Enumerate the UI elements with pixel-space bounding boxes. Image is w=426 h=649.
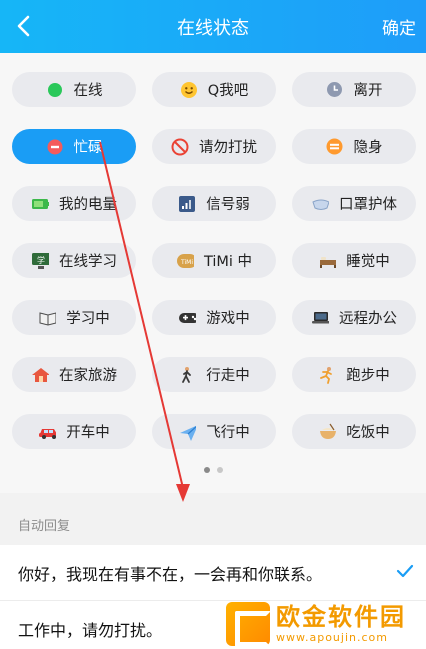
status-panel: 在线 Q我吧 离开忙碌 请勿打扰 隐身我的电量 信号弱 口罩护体学 在线学习 TiMi TiMi … — [0, 53, 426, 493]
watermark-text: 欧金软件园 — [276, 603, 406, 631]
computer-learning-icon: 学 — [31, 252, 49, 270]
status-label: 在线 — [73, 83, 103, 99]
status-label: 飞行中 — [206, 425, 250, 441]
status-option[interactable]: 学 在线学习 — [12, 243, 136, 278]
status-option[interactable]: 在线 — [12, 72, 136, 107]
status-option[interactable]: 开车中 — [12, 414, 136, 449]
auto-reply-text: 你好，我现在有事不在，一会再和你联系。 — [18, 564, 323, 584]
green-dot-icon — [46, 81, 64, 99]
page-indicator — [0, 467, 426, 473]
status-option[interactable]: 学习中 — [12, 300, 136, 335]
auto-reply-text: 工作中，请勿打扰。 — [18, 620, 163, 640]
status-label: 吃饭中 — [346, 425, 390, 441]
status-option[interactable]: 跑步中 — [292, 357, 416, 392]
status-label: 游戏中 — [206, 311, 250, 327]
top-bar: 在线状态 确定 — [0, 0, 426, 53]
status-label: 行走中 — [206, 368, 250, 384]
bowl-icon — [318, 423, 337, 441]
walking-icon — [178, 366, 196, 384]
mask-icon — [311, 195, 329, 213]
status-label: 在线学习 — [59, 254, 117, 270]
svg-text:TiMi: TiMi — [180, 259, 193, 266]
status-label: 睡觉中 — [346, 254, 390, 270]
status-option[interactable]: 飞行中 — [152, 414, 276, 449]
svg-text:学: 学 — [37, 255, 45, 265]
status-label: 远程办公 — [339, 311, 397, 327]
status-label: 口罩护体 — [339, 197, 397, 213]
status-option[interactable]: 睡觉中 — [292, 243, 416, 278]
status-option[interactable]: 请勿打扰 — [152, 129, 276, 164]
battery-icon — [31, 195, 49, 213]
status-option[interactable]: 在家旅游 — [12, 357, 136, 392]
invisible-icon — [326, 138, 344, 156]
page-title: 在线状态 — [177, 18, 249, 39]
clock-icon — [326, 81, 344, 99]
book-icon — [38, 309, 57, 327]
status-option[interactable]: 忙碌 — [12, 129, 136, 164]
watermark: 欧金软件园 www.apoujin.com — [226, 601, 420, 647]
prohibited-icon — [171, 138, 189, 156]
smiley-icon — [180, 81, 198, 99]
confirm-button[interactable]: 确定 — [382, 14, 416, 39]
status-grid: 在线 Q我吧 离开忙碌 请勿打扰 隐身我的电量 信号弱 口罩护体学 在线学习 TiMi TiMi … — [12, 72, 416, 449]
page-dot[interactable] — [203, 467, 210, 473]
laptop-icon — [311, 309, 329, 327]
status-label: 离开 — [353, 83, 383, 99]
status-label: 隐身 — [353, 140, 383, 156]
status-option[interactable]: 我的电量 — [12, 186, 136, 221]
status-option[interactable]: 隐身 — [292, 129, 416, 164]
status-option[interactable]: 远程办公 — [292, 300, 416, 335]
status-label: 在家旅游 — [59, 368, 117, 384]
auto-reply-item[interactable]: 你好，我现在有事不在，一会再和你联系。 — [0, 545, 426, 601]
page-dot[interactable] — [216, 467, 223, 473]
status-option[interactable]: 离开 — [292, 72, 416, 107]
auto-reply-title: 自动回复 — [18, 519, 71, 534]
status-label: 开车中 — [66, 425, 110, 441]
status-label: 学习中 — [66, 311, 110, 327]
status-label: 跑步中 — [346, 368, 390, 384]
running-icon — [318, 366, 336, 384]
car-icon — [38, 423, 57, 441]
status-option[interactable]: 口罩护体 — [292, 186, 416, 221]
status-option[interactable]: 游戏中 — [152, 300, 276, 335]
status-label: 请勿打扰 — [199, 140, 257, 156]
status-label: Q我吧 — [207, 83, 249, 99]
status-option[interactable]: TiMi TiMi 中 — [152, 243, 276, 278]
watermark-url: www.apoujin.com — [276, 631, 388, 644]
gamepad-icon — [178, 309, 197, 327]
checkmark-icon — [396, 563, 414, 582]
house-icon — [31, 366, 49, 384]
status-option[interactable]: 行走中 — [152, 357, 276, 392]
status-label: TiMi 中 — [203, 254, 253, 270]
bed-icon — [318, 252, 337, 270]
status-label: 我的电量 — [59, 197, 117, 213]
status-option[interactable]: Q我吧 — [152, 72, 276, 107]
status-option[interactable]: 吃饭中 — [292, 414, 416, 449]
airplane-icon — [178, 423, 197, 441]
signal-icon — [178, 195, 196, 213]
status-label: 忙碌 — [73, 140, 103, 156]
status-label: 信号弱 — [206, 197, 250, 213]
status-option[interactable]: 信号弱 — [152, 186, 276, 221]
no-entry-icon — [46, 138, 64, 156]
timi-icon: TiMi — [176, 252, 194, 270]
watermark-logo-icon — [226, 602, 271, 647]
